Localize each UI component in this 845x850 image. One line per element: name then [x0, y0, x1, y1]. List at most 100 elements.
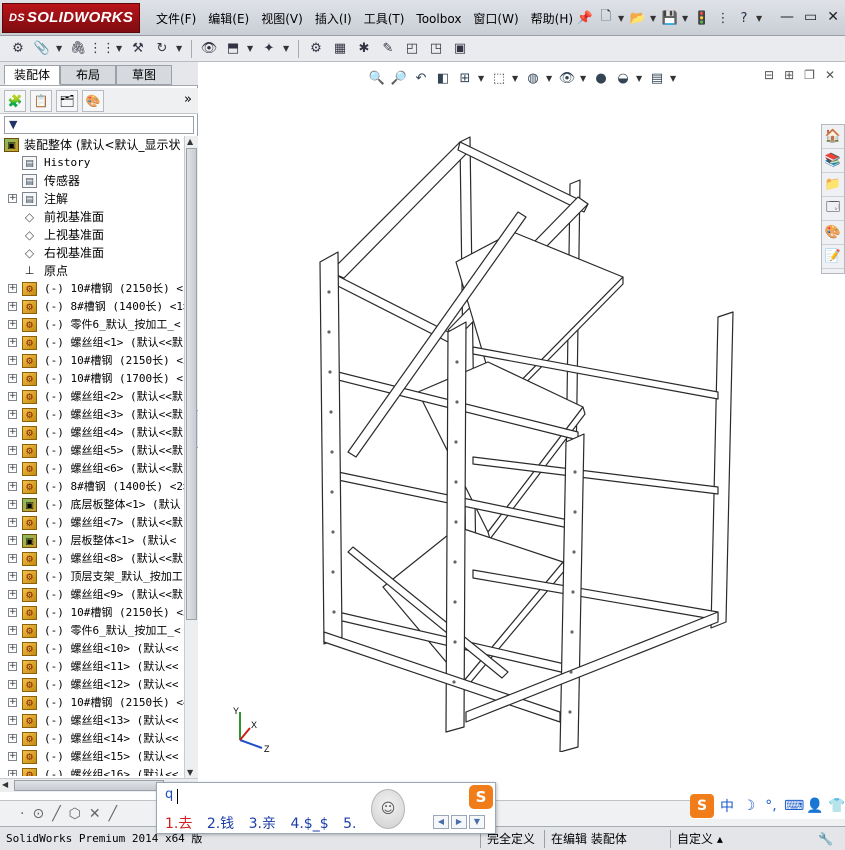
expand-toggle-icon[interactable]: +	[8, 698, 17, 707]
expand-toggle-icon[interactable]: +	[8, 302, 17, 311]
rebuild-icon[interactable]: 🚦	[693, 9, 711, 27]
pin-icon[interactable]: 📌	[576, 9, 594, 27]
chevron-down-icon[interactable]: ▼	[670, 74, 678, 83]
expand-toggle-icon[interactable]: +	[8, 284, 17, 293]
scroll-up-icon[interactable]: ▲	[187, 137, 193, 146]
chevron-down-icon[interactable]: ▼	[56, 44, 64, 53]
tree-item[interactable]: ⊥ 原点	[0, 262, 184, 280]
new-document-icon[interactable]: 🗋	[597, 9, 615, 27]
filter-icon[interactable]: ▼	[9, 118, 17, 131]
tree-item[interactable]: + ⚙ (-) 螺丝组<14> (默认<<	[0, 730, 184, 748]
chevron-down-icon[interactable]: ▼	[478, 74, 486, 83]
exploded-view-icon[interactable]: ✱	[354, 39, 374, 59]
expand-toggle-icon[interactable]: +	[8, 608, 17, 617]
chevron-down-icon[interactable]: ▼	[650, 14, 658, 23]
cross-icon[interactable]: ✕	[89, 806, 101, 822]
solidworks-logo[interactable]: DS SOLIDWORKS	[2, 3, 140, 33]
expand-toggle-icon[interactable]: +	[8, 500, 17, 509]
tree-item[interactable]: + ⚙ (-) 螺丝组<16> (默认<<	[0, 766, 184, 776]
explode-line-sketch-icon[interactable]: ✎	[378, 39, 398, 59]
tree-item[interactable]: + ⚙ (-) 10#槽钢 (2150长) <3	[0, 604, 184, 622]
expand-toggle-icon[interactable]: +	[8, 338, 17, 347]
chevron-down-icon[interactable]: ▼	[636, 74, 644, 83]
tree-item[interactable]: + ⚙ (-) 螺丝组<1> (默认<<默	[0, 334, 184, 352]
point-icon[interactable]: ·	[20, 806, 24, 822]
chevron-down-icon[interactable]: ▼	[682, 14, 690, 23]
save-icon[interactable]: 💾	[661, 9, 679, 27]
more-tabs-icon[interactable]: »	[184, 92, 192, 107]
property-manager-icon[interactable]: 📋	[30, 89, 52, 112]
zoom-to-fit-icon[interactable]: 🔍	[368, 69, 386, 87]
expand-toggle-icon[interactable]: +	[8, 572, 17, 581]
chevron-down-icon[interactable]: ▼	[283, 44, 291, 53]
hide-show-items-icon[interactable]: 👁	[558, 69, 576, 87]
chevron-down-icon[interactable]: ▼	[618, 14, 626, 23]
reference-geometry-icon[interactable]: ✦	[259, 39, 279, 59]
options-icon[interactable]: ⋮	[714, 9, 732, 27]
polygon-icon[interactable]: ⬡	[69, 806, 81, 822]
tree-item[interactable]: + ⚙ (-) 螺丝组<12> (默认<<	[0, 676, 184, 694]
tree-item[interactable]: + ⚙ (-) 顶层支架_默认_按加工	[0, 568, 184, 586]
new-motion-study-icon[interactable]: ⚙	[306, 39, 326, 59]
tree-item[interactable]: + ⚙ (-) 螺丝组<5> (默认<<默	[0, 442, 184, 460]
tree-item[interactable]: + ⚙ (-) 螺丝组<10> (默认<<	[0, 640, 184, 658]
expand-toggle-icon[interactable]: +	[8, 356, 17, 365]
tree-filter[interactable]: ▼	[4, 116, 194, 134]
ime-candidate[interactable]: 1.去	[165, 816, 192, 832]
menu-help[interactable]: 帮助(H)	[525, 9, 579, 29]
paperclip-icon[interactable]: 🖇	[68, 39, 88, 59]
tree-item[interactable]: + ▣ (-) 层板整体<1> (默认<	[0, 532, 184, 550]
chevron-down-icon[interactable]: ▼	[580, 74, 588, 83]
tree-item[interactable]: + ⚙ (-) 10#槽钢 (2150长) <4	[0, 694, 184, 712]
tree-item[interactable]: ◇ 上视基准面	[0, 226, 184, 244]
restore-icon[interactable]: ▭	[804, 9, 817, 25]
tree-item[interactable]: + ⚙ (-) 零件6_默认_按加工_<	[0, 622, 184, 640]
show-hidden-components-icon[interactable]: 👁	[199, 39, 219, 59]
tree-item[interactable]: ◇ 右视基准面	[0, 244, 184, 262]
apply-scene-icon[interactable]: ◒	[614, 69, 632, 87]
expand-toggle-icon[interactable]: +	[8, 428, 17, 437]
tree-item[interactable]: + ⚙ (-) 8#槽钢 (1400长) <1>	[0, 298, 184, 316]
rack-3d-model[interactable]	[278, 92, 748, 752]
tree-item[interactable]: + ⚙ (-) 10#槽钢 (1700长) <1	[0, 370, 184, 388]
tree-item[interactable]: ▤ History	[0, 154, 184, 172]
tree-item[interactable]: ◇ 前视基准面	[0, 208, 184, 226]
dynamic-annotation-icon[interactable]: ⊞	[456, 69, 474, 87]
view-settings-icon[interactable]: ▤	[648, 69, 666, 87]
assembly-features-icon[interactable]: ⬒	[223, 39, 243, 59]
menu-file[interactable]: 文件(F)	[150, 9, 202, 29]
user-icon[interactable]: 👤	[806, 798, 824, 814]
expand-toggle-icon[interactable]: +	[8, 392, 17, 401]
units-selector[interactable]: 自定义 ▴	[670, 830, 760, 848]
tree-item[interactable]: + ⚙ (-) 螺丝组<13> (默认<<	[0, 712, 184, 730]
expand-toggle-icon[interactable]: +	[8, 680, 17, 689]
expand-toggle-icon[interactable]: +	[8, 734, 17, 743]
minimize-icon[interactable]: —	[780, 9, 794, 25]
ime-next-page-icon[interactable]: ▶	[451, 815, 467, 829]
configuration-manager-icon[interactable]: 🗂	[56, 89, 78, 112]
tree-item[interactable]: + ⚙ (-) 10#槽钢 (2150长) <2	[0, 352, 184, 370]
tree-item[interactable]: + ⚙ (-) 8#槽钢 (1400长) <2>	[0, 478, 184, 496]
tree-item[interactable]: + ⚙ (-) 10#槽钢 (2150长) <1	[0, 280, 184, 298]
smart-fasteners-icon[interactable]: ⚒	[128, 39, 148, 59]
open-folder-icon[interactable]: 📂	[629, 9, 647, 27]
rebuild-indicator-icon[interactable]: 🔧	[818, 830, 833, 848]
expand-toggle-icon[interactable]: +	[8, 194, 17, 203]
menu-view[interactable]: 视图(V)	[255, 9, 309, 29]
section-view-icon[interactable]: ◧	[434, 69, 452, 87]
expand-toggle-icon[interactable]: +	[8, 410, 17, 419]
expand-toggle-icon[interactable]: +	[8, 770, 17, 776]
keyboard-icon[interactable]: ⌨	[784, 798, 804, 814]
tree-item[interactable]: + ⚙ (-) 螺丝组<7> (默认<<默	[0, 514, 184, 532]
clearance-verification-icon[interactable]: ◳	[426, 39, 446, 59]
tree-item[interactable]: ▣ 装配整体 (默认<默认_显示状	[0, 136, 184, 154]
chevron-down-icon[interactable]: ▼	[512, 74, 520, 83]
chevron-down-icon[interactable]: ▼	[116, 44, 124, 53]
chevron-down-icon[interactable]: ▼	[546, 74, 554, 83]
home-icon[interactable]: 🏠	[822, 125, 844, 149]
zoom-to-area-icon[interactable]: 🔎	[390, 69, 408, 87]
expand-toggle-icon[interactable]: +	[8, 536, 17, 545]
scroll-thumb[interactable]	[186, 148, 197, 620]
mate-icon[interactable]: 📎	[32, 39, 52, 59]
chevron-down-icon[interactable]: ▼	[176, 44, 184, 53]
